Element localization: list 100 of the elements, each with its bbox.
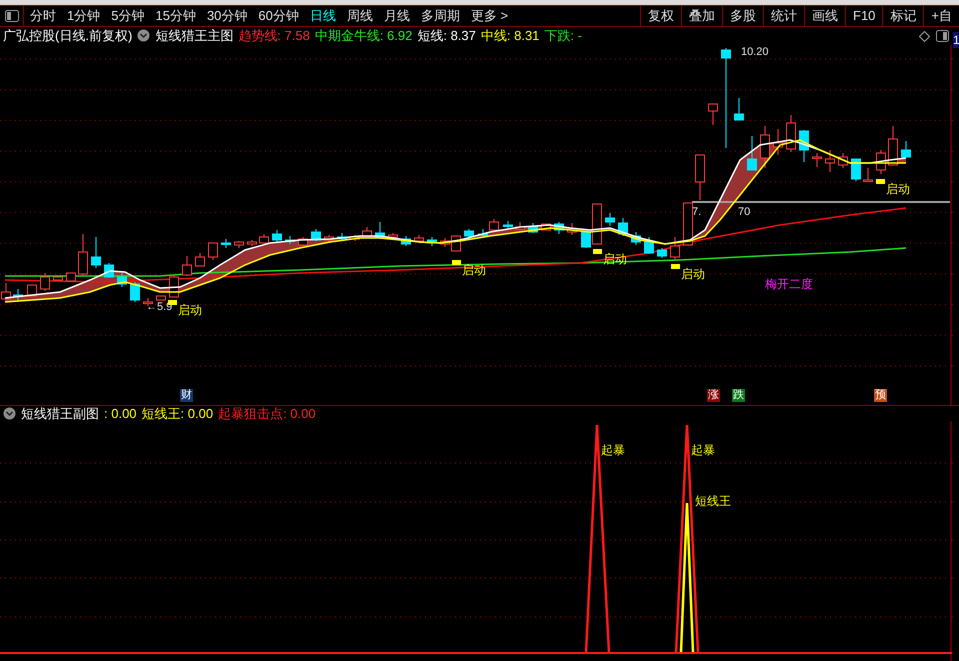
period-tab[interactable]: 5分钟 [107,6,148,26]
period-tab[interactable]: 30分钟 [202,6,252,26]
candlestick [311,228,321,242]
indicator-reading: 短线王: 0.00 [142,404,214,423]
price-label: 10.20 [741,46,769,59]
toolbar-button[interactable]: 标记 [882,6,924,26]
candlestick [272,230,282,242]
period-tab[interactable]: 15分钟 [151,6,200,26]
toolbar-button[interactable]: 画线 [804,6,845,26]
candlestick [708,104,718,126]
candlestick [362,226,372,236]
candlestick [324,234,334,242]
price-label: ←5.9 [146,301,172,314]
candlestick [234,240,244,248]
indicator-name: 短线猎王副图 [21,404,99,423]
candlestick [195,252,205,266]
candlestick [695,154,705,200]
burst-label: 起暴 [601,443,625,457]
toolbar-button[interactable]: 叠加 [681,6,722,26]
diamond-icon[interactable] [919,31,930,42]
candlestick [670,236,680,260]
axis-label: 1 [953,32,959,48]
indicator-reading: 短线: 8.37 [417,26,476,45]
candlestick [683,202,693,246]
event-marker: 跌 [732,389,745,402]
dropdown-icon[interactable] [137,29,150,42]
toolbar-button[interactable]: 复权 [640,6,681,26]
candlestick [13,288,23,302]
candlestick [182,256,192,276]
toolbar-button[interactable]: 多股 [722,6,763,26]
candlestick [104,262,114,278]
candlestick [851,158,861,182]
candlestick [838,152,848,168]
candlestick [285,236,295,244]
king-label: 短线王 [695,494,731,508]
candlestick [40,272,50,292]
candlestick [760,126,770,168]
candlestick [259,234,269,244]
period-tab[interactable]: 更多 > [466,6,512,26]
period-tab[interactable]: 1分钟 [63,6,104,26]
candlestick [117,272,127,288]
indicator-reading: 中线: 8.31 [480,26,540,45]
candlestick [567,222,577,236]
period-tab[interactable]: 多周期 [416,6,464,26]
candlestick [605,212,615,226]
candlestick [901,140,911,158]
toolbar-button[interactable]: F10 [845,6,882,26]
candlestick [208,242,218,260]
candlestick [247,240,257,246]
candlestick [773,128,783,156]
stock-title: 广弘控股(日线.前复权) [3,26,132,45]
candlestick [747,136,757,170]
candlestick [91,236,101,268]
indicator-name: 短线猎王主图 [155,26,234,45]
burst-label: 起暴 [691,443,715,457]
candlestick [78,234,88,276]
candlestick [618,218,628,236]
candlestick [876,150,886,174]
signal-marker [671,264,680,269]
period-tab[interactable]: 月线 [380,6,414,26]
candlestick [503,220,513,228]
candlestick [169,274,179,298]
candlestick [464,228,474,240]
candlestick [478,228,488,238]
candlestick [657,248,667,258]
candlestick [375,222,385,240]
indicator-reading: : 0.00 [104,404,137,423]
candlestick [489,218,499,230]
indicator-reading: 趋势线: 7.58 [238,26,310,45]
period-tab[interactable]: 60分钟 [254,6,303,26]
period-tab[interactable]: 分时 [26,6,60,26]
period-tab[interactable]: 周线 [342,6,377,26]
candlestick [528,222,538,234]
candlestick [221,238,231,248]
panel-toggle-icon[interactable] [936,30,949,42]
signal-marker [452,260,461,265]
candlestick [350,234,360,242]
signal-marker [593,249,602,254]
panel-toggle-icon[interactable] [4,10,18,22]
pattern-label: 梅开二度 [765,277,813,291]
candlestick [130,282,140,302]
toolbar-button[interactable]: 统计 [763,6,804,26]
candlestick [156,296,166,300]
event-marker: 财 [180,389,193,402]
candlestick [337,232,347,242]
indicator-reading: 下跌: - [544,26,582,45]
event-marker: 涨 [707,389,720,402]
indicator-reading: 起暴狙击点: 0.00 [218,404,316,423]
candlestick [734,98,744,120]
candlestick [644,236,654,254]
toolbar-button[interactable]: +自 [923,6,959,26]
candlestick [427,236,437,246]
candlestick [515,222,525,230]
candlestick [631,232,641,246]
candlestick [401,236,411,246]
candlestick [799,130,809,162]
dropdown-icon[interactable] [3,407,16,420]
candlestick [812,152,822,168]
candlestick [1,282,11,300]
period-tab[interactable]: 日线 [306,6,340,26]
